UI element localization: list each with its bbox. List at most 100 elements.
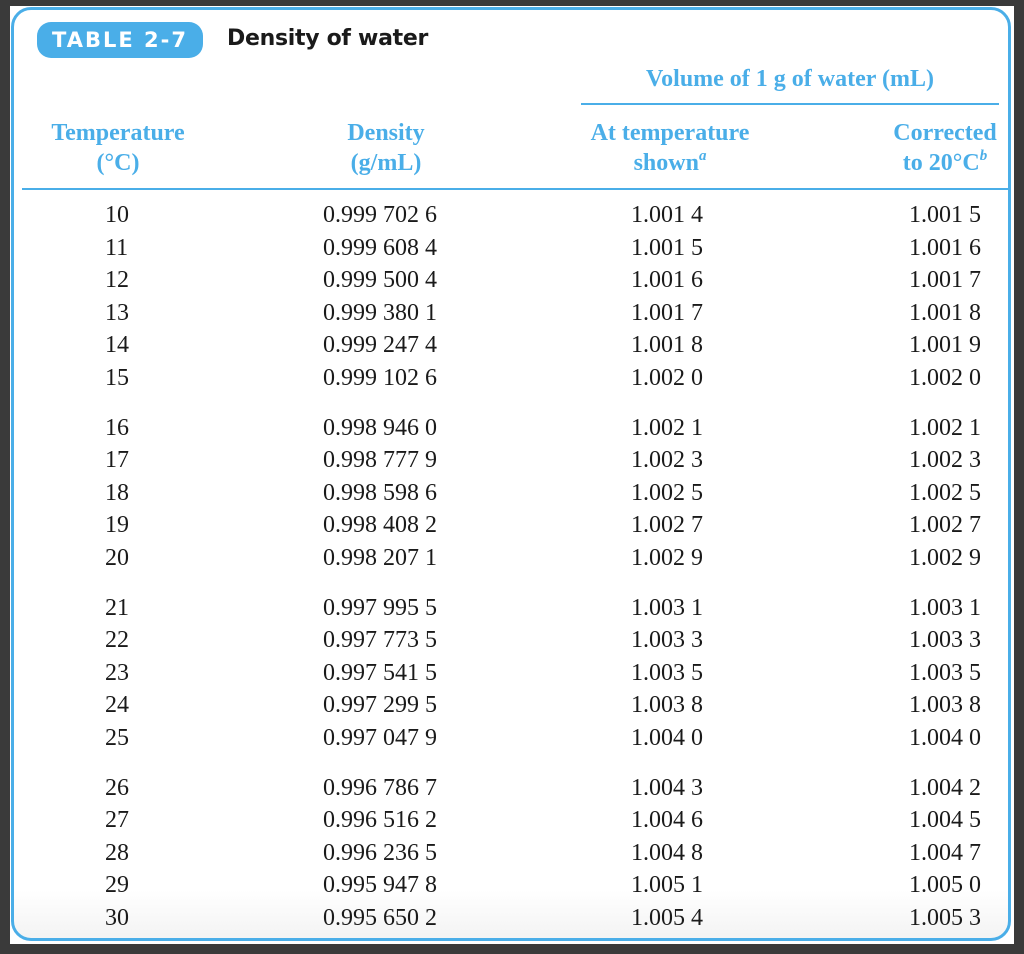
table-row: 18 0.998 598 6 1.002 5 1.002 5 [10, 477, 1014, 510]
table-title: Density of water [227, 26, 428, 51]
column-header-at-temperature: At temperature showna [565, 118, 775, 178]
cell-volume-corrected: 1.005 3 [909, 904, 981, 931]
header-line: showna [565, 148, 775, 178]
cell-density: 0.998 946 0 [323, 414, 437, 441]
table-row: 27 0.996 516 2 1.004 6 1.004 5 [10, 804, 1014, 837]
cell-volume-corrected: 1.002 9 [909, 544, 981, 571]
table-number-badge: TABLE 2-7 [37, 22, 203, 58]
cell-volume-corrected: 1.003 3 [909, 627, 981, 654]
cell-temperature: 18 [105, 479, 129, 506]
cell-volume-at-temperature: 1.001 5 [631, 234, 703, 261]
cell-volume-at-temperature: 1.002 1 [631, 414, 703, 441]
cell-volume-at-temperature: 1.004 8 [631, 839, 703, 866]
row-group: 16 0.998 946 0 1.002 1 1.002 1 17 0.998 777 9… [10, 412, 1014, 575]
cell-volume-at-temperature: 1.003 3 [631, 627, 703, 654]
cell-temperature: 23 [105, 659, 129, 686]
table-row: 26 0.996 786 7 1.004 3 1.004 2 [10, 772, 1014, 805]
cell-temperature: 19 [105, 512, 129, 539]
cell-temperature: 26 [105, 774, 129, 801]
cell-volume-at-temperature: 1.001 4 [631, 202, 703, 228]
table-row: 11 0.999 608 4 1.001 5 1.001 6 [10, 232, 1014, 265]
cell-density: 0.996 786 7 [323, 774, 437, 801]
header-line: (g/mL) [350, 150, 422, 176]
table-row: 16 0.998 946 0 1.002 1 1.002 1 [10, 412, 1014, 445]
cell-temperature: 28 [105, 839, 129, 866]
cell-density: 0.999 102 6 [323, 364, 437, 391]
header-text: shown [633, 150, 699, 176]
header-rule [22, 188, 1008, 190]
table-row: 14 0.999 247 4 1.001 8 1.001 9 [10, 329, 1014, 362]
cell-volume-corrected: 1.004 7 [909, 839, 981, 866]
cell-density: 0.999 500 4 [323, 267, 437, 294]
cell-volume-corrected: 1.003 8 [909, 692, 981, 719]
cell-volume-corrected: 1.004 5 [909, 807, 981, 834]
cell-temperature: 30 [105, 904, 129, 931]
cell-volume-at-temperature: 1.002 0 [631, 364, 703, 391]
table-row: 20 0.998 207 1 1.002 9 1.002 9 [10, 542, 1014, 575]
table-row: 23 0.997 541 5 1.003 5 1.003 5 [10, 657, 1014, 690]
cell-volume-at-temperature: 1.004 3 [631, 774, 703, 801]
header-line: At temperature [590, 120, 750, 146]
volume-group-header: Volume of 1 g of water (mL) [646, 66, 934, 92]
row-group: 10 0.999 702 6 1.001 4 1.001 5 11 0.999 608 4… [10, 199, 1014, 395]
table-row: 12 0.999 500 4 1.001 6 1.001 7 [10, 264, 1014, 297]
cell-volume-corrected: 1.005 0 [909, 872, 981, 899]
table-row: 13 0.999 380 1 1.001 7 1.001 8 [10, 297, 1014, 330]
cell-density: 0.998 408 2 [323, 512, 437, 539]
table-row: 15 0.999 102 6 1.002 0 1.002 0 [10, 362, 1014, 395]
cell-volume-corrected: 1.002 7 [909, 512, 981, 539]
cell-volume-corrected: 1.001 7 [909, 267, 981, 294]
row-group: 26 0.996 786 7 1.004 3 1.004 2 27 0.996 516 2… [10, 772, 1014, 935]
cell-density: 0.999 702 6 [323, 202, 437, 228]
cell-volume-at-temperature: 1.005 1 [631, 872, 703, 899]
cell-volume-corrected: 1.002 3 [909, 447, 981, 474]
table-body: 10 0.999 702 6 1.001 4 1.001 5 11 0.999 608 4… [10, 199, 1014, 951]
header-text: to 20°C [902, 150, 980, 176]
cell-density: 0.999 247 4 [323, 332, 437, 359]
cell-temperature: 25 [105, 724, 129, 751]
column-header-temperature: Temperature (°C) [30, 118, 206, 178]
cell-volume-at-temperature: 1.005 4 [631, 904, 703, 931]
header-line: Corrected [893, 120, 997, 146]
cell-temperature: 14 [105, 332, 129, 359]
cell-density: 0.997 541 5 [323, 659, 437, 686]
cell-temperature: 24 [105, 692, 129, 719]
cell-density: 0.995 650 2 [323, 904, 437, 931]
cell-volume-at-temperature: 1.002 7 [631, 512, 703, 539]
cell-volume-at-temperature: 1.004 6 [631, 807, 703, 834]
cell-temperature: 16 [105, 414, 129, 441]
cell-density: 0.996 516 2 [323, 807, 437, 834]
header-line: Density [347, 120, 425, 146]
cell-temperature: 27 [105, 807, 129, 834]
cell-volume-at-temperature: 1.003 1 [631, 594, 703, 621]
cell-volume-at-temperature: 1.001 8 [631, 332, 703, 359]
header-line: Temperature [51, 120, 185, 146]
table-row: 24 0.997 299 5 1.003 8 1.003 8 [10, 689, 1014, 722]
table-row: 21 0.997 995 5 1.003 1 1.003 1 [10, 592, 1014, 625]
cell-density: 0.996 236 5 [323, 839, 437, 866]
cell-temperature: 11 [105, 234, 129, 261]
cell-volume-corrected: 1.002 0 [909, 364, 981, 391]
cell-volume-at-temperature: 1.004 0 [631, 724, 703, 751]
cell-density: 0.997 299 5 [323, 692, 437, 719]
cell-density: 0.999 380 1 [323, 299, 437, 326]
cell-temperature: 10 [105, 202, 129, 228]
cell-volume-corrected: 1.001 5 [909, 202, 981, 228]
cell-temperature: 29 [105, 872, 129, 899]
cell-volume-corrected: 1.002 5 [909, 479, 981, 506]
table-row: 17 0.998 777 9 1.002 3 1.002 3 [10, 444, 1014, 477]
cell-density: 0.997 995 5 [323, 594, 437, 621]
table-page: TABLE 2-7 Density of water Volume of 1 g… [10, 6, 1014, 944]
cell-density: 0.998 598 6 [323, 479, 437, 506]
header-line: to 20°Cb [870, 148, 1020, 178]
cell-temperature: 15 [105, 364, 129, 391]
cell-temperature: 21 [105, 594, 129, 621]
table-row: 10 0.999 702 6 1.001 4 1.001 5 [10, 199, 1014, 232]
column-header-density: Density (g/mL) [286, 118, 486, 178]
cell-volume-corrected: 1.002 1 [909, 414, 981, 441]
cell-volume-corrected: 1.004 0 [909, 724, 981, 751]
column-header-corrected: Corrected to 20°Cb [870, 118, 1020, 178]
group-header-rule [581, 103, 999, 105]
table-row: 30 0.995 650 2 1.005 4 1.005 3 [10, 902, 1014, 935]
table-row: 19 0.998 408 2 1.002 7 1.002 7 [10, 509, 1014, 542]
